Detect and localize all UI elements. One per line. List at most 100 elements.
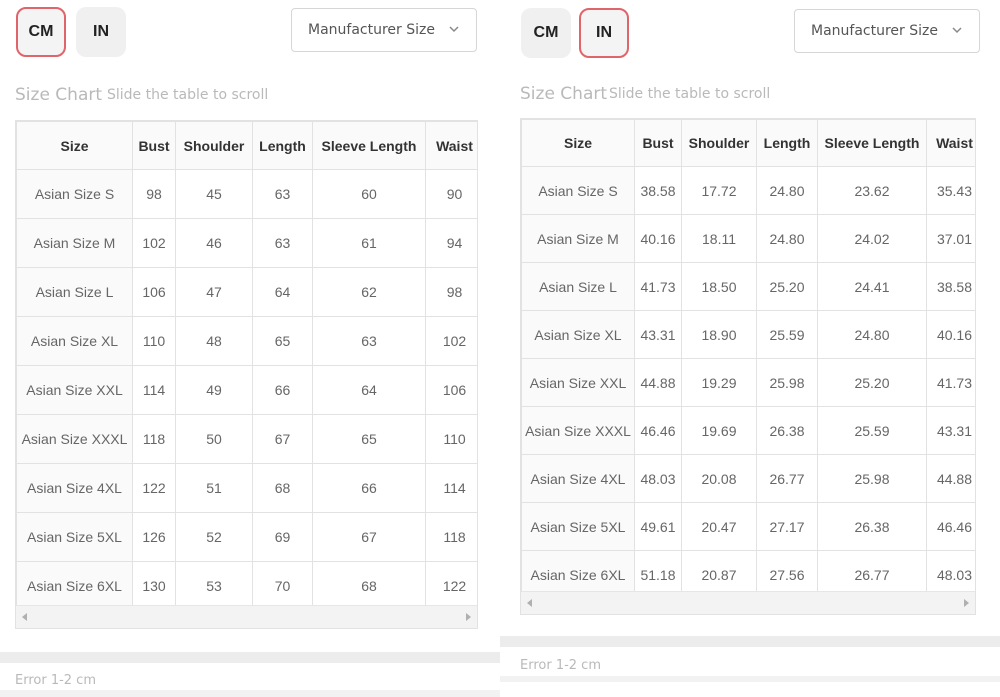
measurement-cell: 64	[312, 365, 426, 415]
measurement-cell: 37.01	[926, 214, 975, 263]
scroll-right-icon[interactable]	[466, 613, 471, 621]
measurement-cell: 90	[425, 169, 477, 219]
measurement-cell: 122	[132, 463, 176, 513]
measurement-cell: 41.73	[634, 262, 682, 311]
table-row: Asian Size 5XL 126 52 69 67 118	[16, 512, 477, 562]
measurement-cell: 44.88	[634, 358, 682, 407]
horizontal-scrollbar[interactable]	[16, 605, 477, 628]
measurement-cell: 94	[425, 218, 477, 268]
column-header: Length	[252, 121, 313, 170]
error-note: Error 1-2 cm	[15, 673, 96, 688]
table-row: Asian Size 6XL 130 53 70 68 122	[16, 561, 477, 611]
measurement-cell: 43.31	[926, 406, 975, 455]
column-header: Sleeve Length	[312, 121, 426, 170]
measurement-cell: 20.47	[681, 502, 757, 551]
measurement-cell: 25.98	[817, 454, 927, 503]
unit-button-in[interactable]: IN	[579, 8, 629, 58]
bottom-divider	[0, 690, 500, 697]
measurement-cell: 41.73	[926, 358, 975, 407]
size-table-scroll-area[interactable]: Size Bust Shoulder Length Sleeve Length Waist…	[15, 120, 478, 629]
measurement-cell: 46.46	[634, 406, 682, 455]
chart-title: Size Chart	[15, 85, 103, 105]
column-header: Waist	[425, 121, 477, 170]
measurement-cell: 24.80	[756, 214, 818, 263]
column-header: Shoulder	[681, 119, 757, 167]
measurement-cell: 126	[132, 512, 176, 562]
column-header: Length	[756, 119, 818, 167]
measurement-cell: 60	[312, 169, 426, 219]
measurement-cell: 102	[132, 218, 176, 268]
size-standard-value: Manufacturer Size	[308, 22, 435, 38]
unit-button-cm[interactable]: CM	[521, 8, 571, 58]
measurement-cell: 20.08	[681, 454, 757, 503]
size-label-cell: Asian Size XXXL	[16, 414, 133, 464]
scroll-hint: Slide the table to scroll	[609, 86, 771, 102]
section-divider	[500, 636, 1000, 647]
measurement-cell: 19.69	[681, 406, 757, 455]
measurement-cell: 19.29	[681, 358, 757, 407]
measurement-cell: 24.41	[817, 262, 927, 311]
chart-title: Size Chart	[520, 84, 608, 104]
measurement-cell: 51	[175, 463, 253, 513]
measurement-cell: 122	[425, 561, 477, 611]
table-row: Asian Size S 38.58 17.72 24.80 23.62 35.43	[521, 166, 975, 215]
size-table: Size Bust Shoulder Length Sleeve Length Waist…	[521, 119, 975, 599]
measurement-cell: 48.03	[634, 454, 682, 503]
measurement-cell: 24.80	[817, 310, 927, 359]
size-standard-select[interactable]: Manufacturer Size	[794, 9, 980, 53]
measurement-cell: 38.58	[926, 262, 975, 311]
size-standard-select[interactable]: Manufacturer Size	[291, 8, 477, 52]
measurement-cell: 35.43	[926, 166, 975, 215]
measurement-cell: 67	[312, 512, 426, 562]
size-label-cell: Asian Size S	[16, 169, 133, 219]
measurement-cell: 106	[132, 267, 176, 317]
measurement-cell: 17.72	[681, 166, 757, 215]
scroll-right-icon[interactable]	[964, 599, 969, 607]
unit-button-in[interactable]: IN	[76, 7, 126, 57]
measurement-cell: 98	[425, 267, 477, 317]
horizontal-scrollbar[interactable]	[521, 591, 975, 614]
column-header: Waist	[926, 119, 975, 167]
measurement-cell: 48	[175, 316, 253, 366]
size-label-cell: Asian Size L	[16, 267, 133, 317]
table-row: Asian Size M 102 46 63 61 94	[16, 218, 477, 268]
size-label-cell: Asian Size S	[521, 166, 635, 215]
size-label-cell: Asian Size 6XL	[16, 561, 133, 611]
table-header-row: Size Bust Shoulder Length Sleeve Length Waist	[521, 119, 975, 167]
measurement-cell: 18.50	[681, 262, 757, 311]
size-chart-panel-cm: CM IN Manufacturer Size Size Chart Slide…	[0, 0, 500, 697]
measurement-cell: 130	[132, 561, 176, 611]
column-header: Size	[521, 119, 635, 167]
measurement-cell: 61	[312, 218, 426, 268]
table-header-row: Size Bust Shoulder Length Sleeve Length Waist	[16, 121, 477, 170]
size-table-scroll-area[interactable]: Size Bust Shoulder Length Sleeve Length Waist…	[520, 118, 976, 615]
measurement-cell: 67	[252, 414, 313, 464]
measurement-cell: 46.46	[926, 502, 975, 551]
unit-button-cm[interactable]: CM	[16, 7, 66, 57]
scroll-hint: Slide the table to scroll	[107, 87, 269, 103]
table-row: Asian Size XXXL 118 50 67 65 110	[16, 414, 477, 464]
table-row: Asian Size L 41.73 18.50 25.20 24.41 38.58	[521, 262, 975, 311]
error-note: Error 1-2 cm	[520, 658, 601, 673]
measurement-cell: 38.58	[634, 166, 682, 215]
measurement-cell: 114	[425, 463, 477, 513]
chevron-down-icon	[449, 26, 459, 33]
measurement-cell: 26.38	[756, 406, 818, 455]
measurement-cell: 66	[312, 463, 426, 513]
section-divider	[0, 652, 500, 663]
measurement-cell: 25.59	[817, 406, 927, 455]
size-label-cell: Asian Size 5XL	[521, 502, 635, 551]
scroll-left-icon[interactable]	[527, 599, 532, 607]
measurement-cell: 26.77	[756, 454, 818, 503]
table-row: Asian Size XL 43.31 18.90 25.59 24.80 40.16	[521, 310, 975, 359]
scroll-left-icon[interactable]	[22, 613, 27, 621]
size-label-cell: Asian Size XL	[16, 316, 133, 366]
bottom-divider	[500, 676, 1000, 682]
measurement-cell: 50	[175, 414, 253, 464]
measurement-cell: 118	[425, 512, 477, 562]
measurement-cell: 24.02	[817, 214, 927, 263]
column-header: Size	[16, 121, 133, 170]
measurement-cell: 68	[312, 561, 426, 611]
measurement-cell: 25.20	[756, 262, 818, 311]
column-header: Bust	[132, 121, 176, 170]
